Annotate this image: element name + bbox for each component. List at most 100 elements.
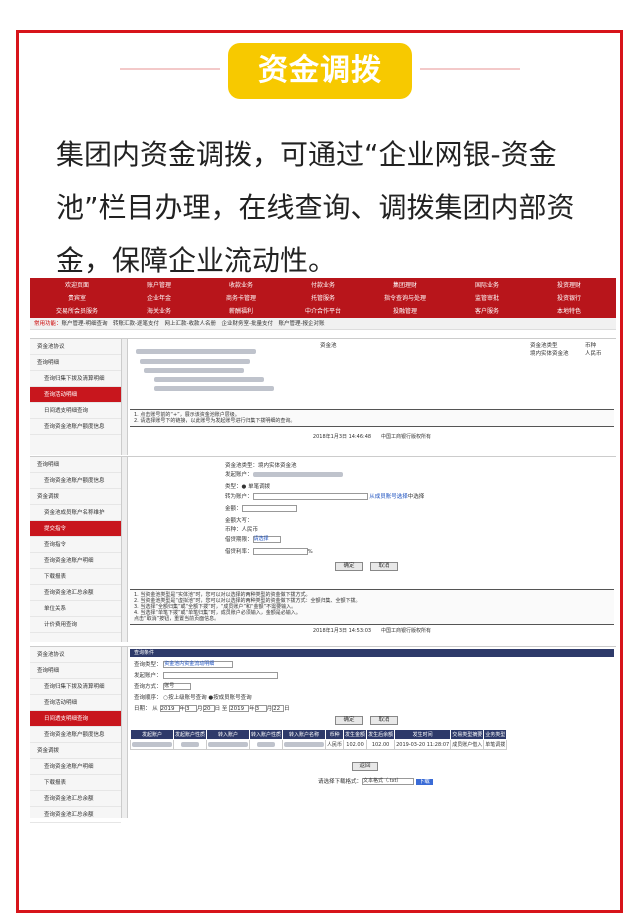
masked-value xyxy=(132,741,172,747)
nav-item[interactable]: 投资理财 xyxy=(528,279,610,292)
sidebar-item[interactable]: 查询归集下拨及清算明细 xyxy=(30,679,121,695)
rate-label: 借贷利率： xyxy=(225,549,253,555)
year-to[interactable]: 2019 xyxy=(229,705,250,712)
sidebar-item[interactable]: 查询资金池账户明细 xyxy=(30,553,121,569)
sidebar-item[interactable]: 资金池协议 xyxy=(30,647,121,663)
table-cell xyxy=(282,739,327,750)
download-label: 请选择下载格式： xyxy=(318,779,363,785)
query-type-select[interactable]: 资金池内资金流动明细 xyxy=(163,661,234,668)
mode-select[interactable]: 账号 xyxy=(163,683,192,690)
nav-item[interactable]: 投融管理 xyxy=(364,305,446,318)
table-cell: 102.00 xyxy=(366,739,396,750)
format-select[interactable]: 文本格式（.txt） xyxy=(362,778,415,785)
sidebar-item[interactable]: 提交指令 xyxy=(30,521,121,537)
query-type-label: 查询类型： xyxy=(134,662,162,668)
nav-item[interactable]: 收款业务 xyxy=(200,279,282,292)
nav-item[interactable]: 贵宾室 xyxy=(36,292,118,305)
nav-item[interactable]: 账户管理 xyxy=(118,279,200,292)
sidebar-item[interactable]: 查询明细 xyxy=(30,663,121,679)
sidebar-item[interactable]: 查询资金池账户额度信息 xyxy=(30,727,121,743)
currency-label: 币种： xyxy=(225,527,242,533)
panel1-footer: 2018年1月3日 14:46:48 中国工商银行版权所有 xyxy=(312,434,432,440)
table-cell xyxy=(206,739,251,750)
nav-item[interactable]: 监管审批 xyxy=(446,292,528,305)
sidebar-item[interactable]: 查询资金池账户明细 xyxy=(30,759,121,775)
table-cell: 102.00 xyxy=(343,739,368,750)
sidebar-item[interactable]: 资金调拨 xyxy=(30,743,121,759)
sidebar-item[interactable]: 下载报表 xyxy=(30,775,121,791)
tree-row-1[interactable] xyxy=(136,349,256,355)
quick-items[interactable]: 账户管理-明细查询 转账汇款-逐笔支付 网上汇款-收款人名册 企业财务室-批量支… xyxy=(62,321,325,327)
cancel-button[interactable]: 取消 xyxy=(370,562,398,571)
nav-item[interactable]: 交易所会员服务 xyxy=(36,305,118,318)
type-single-radio[interactable]: 单笔调拨 xyxy=(248,484,270,490)
nav-item[interactable]: 企业年金 xyxy=(118,292,200,305)
nav-item[interactable]: 客户服务 xyxy=(446,305,528,318)
nav-item[interactable]: 国际业务 xyxy=(446,279,528,292)
sidebar-item[interactable]: 计价费用查询 xyxy=(30,617,121,633)
origin-select[interactable] xyxy=(163,672,279,679)
nav-item[interactable]: 托管服务 xyxy=(282,292,364,305)
year-from[interactable]: 2019 xyxy=(159,705,180,712)
sidebar-item[interactable]: 查询活动明细 xyxy=(30,695,121,711)
nav-item[interactable]: 薪酬福利 xyxy=(200,305,282,318)
month-to[interactable]: 3 xyxy=(254,705,267,712)
table-header: 发起账户 发起账户性质 转入账户 转入账户性质 转入账户名称 币种 发生金额 发生后余额 发生时… xyxy=(130,729,508,740)
sidebar-item[interactable]: 资金池协议 xyxy=(30,339,121,355)
masked-value xyxy=(208,741,249,747)
scrollbar[interactable] xyxy=(122,647,128,818)
tree-row-4[interactable] xyxy=(154,377,264,383)
sidebar-item[interactable]: 下载报表 xyxy=(30,569,121,585)
to-label: 转为账户： xyxy=(225,494,253,500)
sidebar-item[interactable]: 查询活动明细 xyxy=(30,387,121,403)
nav-item[interactable]: 指令查询与处理 xyxy=(364,292,446,305)
tree-row-5[interactable] xyxy=(154,386,274,392)
scrollbar[interactable] xyxy=(122,339,128,455)
sidebar-item[interactable]: 资金池成员账户名称维护 xyxy=(30,505,121,521)
content: 资金池类型：境内实体资金池 发起账户： 类型：● 单笔调拨 转为账户： 从成员账… xyxy=(130,457,614,642)
download-button[interactable]: 下载 xyxy=(415,779,433,785)
sidebar-item[interactable]: 查询明细 xyxy=(30,457,121,473)
month-from[interactable]: 3 xyxy=(185,705,198,712)
scrollbar[interactable] xyxy=(122,457,128,642)
nav-item[interactable]: 集团理财 xyxy=(364,279,446,292)
mode-label: 查询方式： xyxy=(134,684,162,690)
nav-item[interactable]: 商务卡管理 xyxy=(200,292,282,305)
period-select[interactable]: 请选择 xyxy=(252,536,281,543)
rate-input[interactable] xyxy=(252,548,308,555)
sidebar-item[interactable]: 查询明细 xyxy=(30,355,121,371)
nav-item[interactable]: 付款业务 xyxy=(282,279,364,292)
sidebar-item[interactable]: 日间透支明细查询 xyxy=(30,711,121,727)
day-from[interactable]: 20 xyxy=(202,705,215,712)
seq-radio-1[interactable]: 按上级账号查询 xyxy=(168,695,207,701)
sidebar-item[interactable]: 查询资金池汇总余额 xyxy=(30,807,121,823)
sidebar-item[interactable]: 查询资金池账户额度信息 xyxy=(30,473,121,489)
nav-item[interactable]: 欢迎页面 xyxy=(36,279,118,292)
to-account-select[interactable] xyxy=(252,493,368,500)
confirm-button[interactable]: 确定 xyxy=(335,562,363,571)
tree-row-3[interactable] xyxy=(144,368,244,374)
panel1-notes: 1. 点击账号前的“+”，展示该资金池账户层级。 2. 请选择账号下的链接，以此账… xyxy=(130,409,614,427)
seq-radio-2[interactable]: 按成员账号查询 xyxy=(213,695,252,701)
sidebar-item[interactable]: 查询资金池账户额度信息 xyxy=(30,419,121,435)
sidebar-item[interactable]: 查询资金池汇总余额 xyxy=(30,791,121,807)
column-header: 发生金额 xyxy=(343,729,368,740)
sidebar-item[interactable]: 资金调拨 xyxy=(30,489,121,505)
amount-input[interactable] xyxy=(241,505,297,512)
day-to[interactable]: 22 xyxy=(272,705,285,712)
query-cancel-button[interactable]: 取消 xyxy=(370,716,398,725)
sidebar-item[interactable]: 查询归集下拨及清算明细 xyxy=(30,371,121,387)
content: 查询条件 查询类型： 资金池内资金流动明细 发起账户： 查询方式： 账号 查询顺… xyxy=(130,647,614,818)
sidebar-item[interactable]: 查询资金池汇总余额 xyxy=(30,585,121,601)
nav-item[interactable]: 本地特色 xyxy=(528,305,610,318)
query-confirm-button[interactable]: 确定 xyxy=(335,716,363,725)
sidebar-item[interactable]: 查询指令 xyxy=(30,537,121,553)
back-button[interactable]: 返回 xyxy=(352,762,378,771)
sidebar-item[interactable]: 单位关系 xyxy=(30,601,121,617)
member-link[interactable]: 从成员账号选择 xyxy=(369,494,408,500)
nav-item[interactable]: 海关业务 xyxy=(118,305,200,318)
nav-item[interactable]: 投资银行 xyxy=(528,292,610,305)
sidebar-item[interactable]: 日间透支明细查询 xyxy=(30,403,121,419)
tree-row-2[interactable] xyxy=(140,359,250,365)
nav-item[interactable]: 中介合作平台 xyxy=(282,305,364,318)
